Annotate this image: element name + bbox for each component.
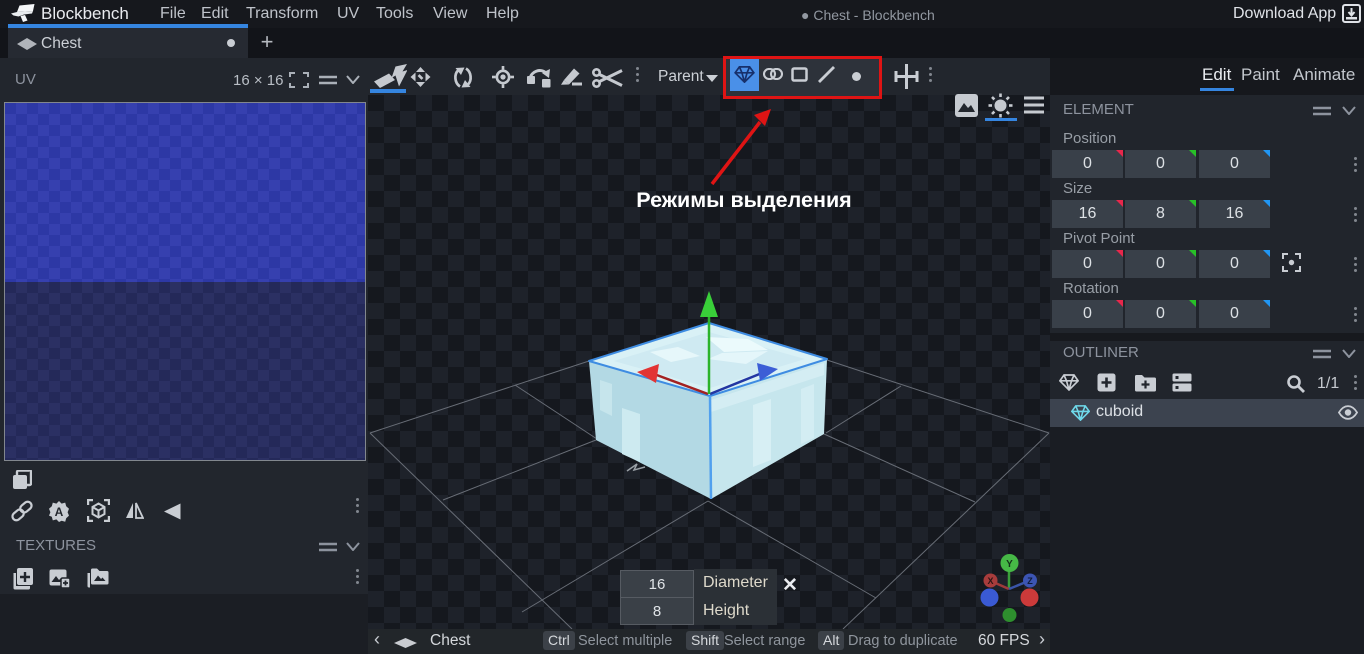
svg-text:A: A [55,505,64,519]
svg-text:Z: Z [1027,576,1033,586]
svg-text:X: X [987,576,993,586]
svg-text:Y: Y [1006,559,1013,570]
